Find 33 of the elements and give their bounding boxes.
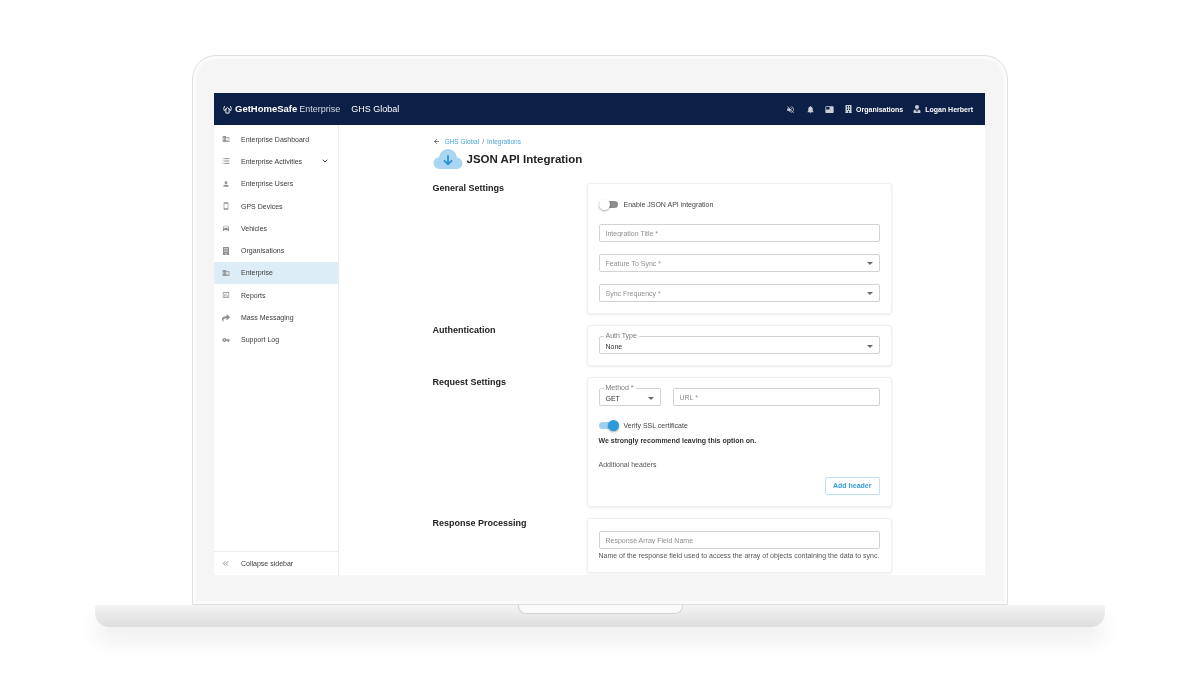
phone-icon [222, 202, 230, 211]
caret-icon [866, 291, 873, 295]
toggle-switch[interactable] [598, 199, 619, 210]
section-heading: Response Processing [432, 518, 528, 529]
section-heading: Request Settings [432, 377, 507, 388]
brand-name[interactable]: GetHomeSafe [235, 103, 298, 115]
workspace-name: GHS Global [351, 103, 400, 115]
caret-icon [647, 397, 654, 400]
building-icon [845, 105, 853, 113]
page-title: JSON API Integration [466, 152, 583, 166]
share-arrow-icon [222, 313, 230, 322]
back-arrow-icon[interactable] [432, 137, 440, 145]
mute-icon[interactable] [786, 104, 796, 114]
car-icon [222, 224, 230, 233]
double-chevron-left-icon [221, 559, 230, 568]
buildings-icon [222, 268, 230, 277]
buildings-icon [222, 135, 230, 144]
list-icon [222, 157, 230, 166]
toggle-switch[interactable] [598, 420, 619, 431]
brand-suffix: Enterprise [299, 103, 341, 115]
section-heading: General Settings [432, 183, 506, 194]
cloud-download-icon [432, 148, 463, 170]
bell-icon[interactable] [806, 104, 816, 114]
building-icon [222, 246, 230, 255]
person-icon [222, 179, 230, 188]
logo-icon [222, 104, 233, 114]
caret-icon [866, 261, 873, 265]
caret-icon [866, 345, 873, 348]
key-icon [222, 335, 230, 344]
chart-icon [222, 291, 230, 300]
person-icon [913, 105, 922, 113]
section-heading: Authentication [432, 325, 497, 336]
card-icon[interactable] [825, 104, 835, 114]
